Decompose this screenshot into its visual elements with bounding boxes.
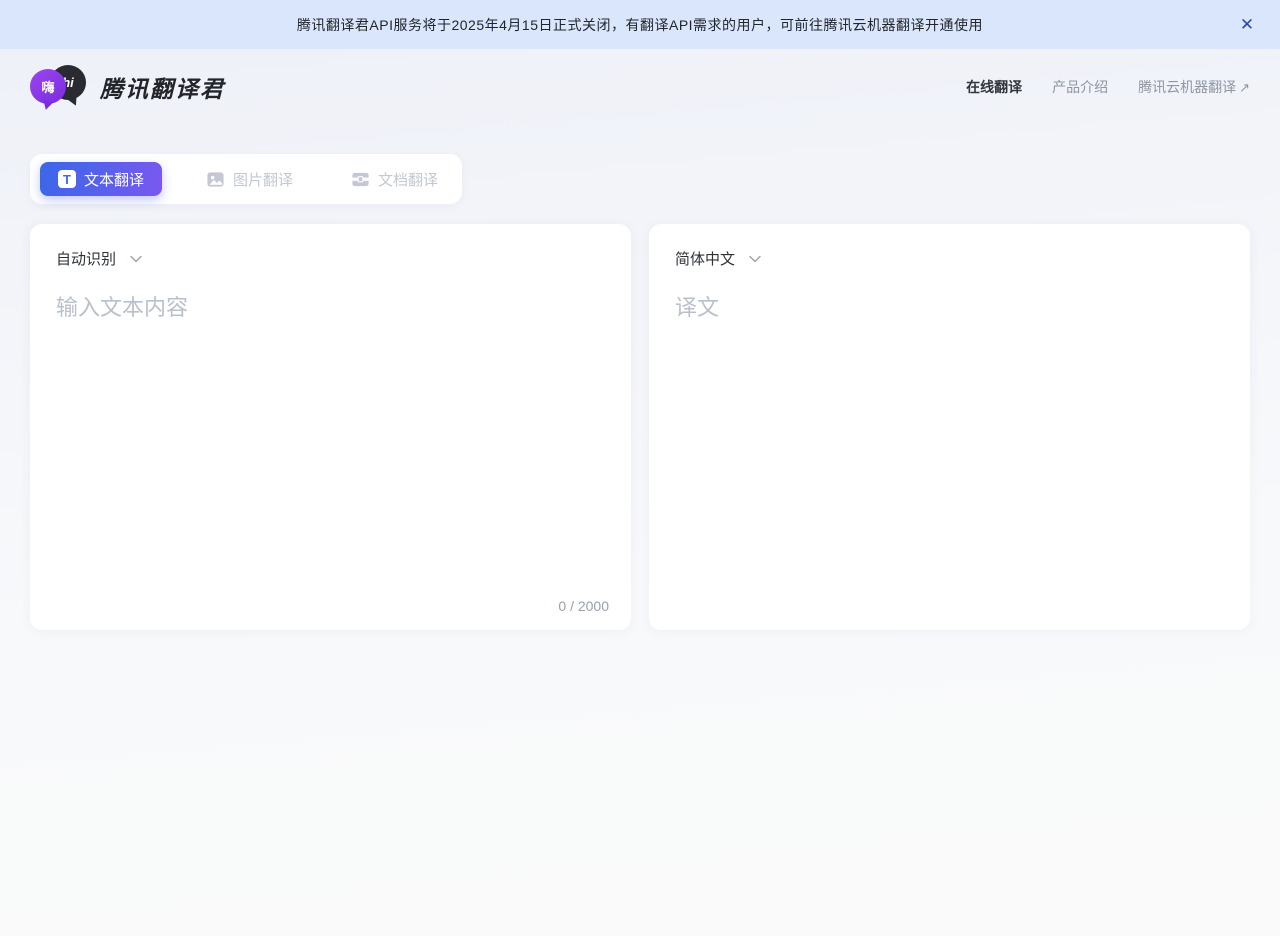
announcement-banner: 腾讯翻译君API服务将于2025年4月15日正式关闭，有翻译API需求的用户，可…: [0, 0, 1280, 49]
tab-document-translate[interactable]: 文档翻译: [337, 162, 452, 196]
target-panel: 简体中文 译文: [649, 224, 1250, 630]
tab-label: 文档翻译: [378, 171, 439, 189]
close-icon[interactable]: ✕: [1234, 12, 1260, 38]
text-translate-icon: T: [58, 170, 76, 188]
source-language-label: 自动识别: [56, 251, 117, 268]
chevron-down-icon: [749, 255, 761, 262]
logo: hi 嗨: [30, 63, 86, 111]
source-text-input[interactable]: [56, 293, 605, 606]
source-language-select[interactable]: 自动识别: [56, 248, 142, 269]
tab-label: 图片翻译: [233, 171, 294, 189]
announcement-text: 腾讯翻译君API服务将于2025年4月15日正式关闭，有翻译API需求的用户，可…: [296, 16, 984, 33]
tab-image-translate[interactable]: 图片翻译: [192, 162, 307, 196]
translation-output: 译文: [675, 295, 720, 320]
external-link-icon: ↗: [1239, 80, 1250, 95]
target-language-label: 简体中文: [675, 251, 736, 268]
brand[interactable]: hi 嗨 腾讯翻译君: [30, 63, 225, 111]
header: hi 嗨 腾讯翻译君 在线翻译 产品介绍 腾讯云机器翻译 ↗: [0, 55, 1280, 119]
tab-label: 文本翻译: [84, 171, 145, 189]
nav-item-tencent-cloud-mt[interactable]: 腾讯云机器翻译 ↗: [1138, 77, 1250, 97]
tab-text-translate[interactable]: T 文本翻译: [40, 162, 163, 196]
image-translate-icon: [207, 171, 224, 187]
source-panel: 自动识别 0 / 2000: [30, 224, 631, 630]
nav-item-product-intro[interactable]: 产品介绍: [1052, 77, 1108, 97]
site-title: 腾讯翻译君: [100, 76, 225, 102]
translate-panels: 自动识别 0 / 2000 简体中文 译文: [30, 224, 1250, 630]
chevron-down-icon: [130, 255, 142, 262]
main-nav: 在线翻译 产品介绍 腾讯云机器翻译 ↗: [966, 77, 1250, 97]
target-language-select[interactable]: 简体中文: [675, 248, 761, 269]
main-content: T 文本翻译 图片翻译 文档翻译 自动识别 输入文本内容 0 / 2000 简体…: [0, 119, 1280, 630]
nav-item-online-translate[interactable]: 在线翻译: [966, 77, 1022, 97]
nav-item-label: 腾讯云机器翻译: [1138, 79, 1237, 95]
document-translate-icon: [352, 172, 369, 186]
translate-mode-tabs: T 文本翻译 图片翻译 文档翻译: [30, 154, 463, 204]
logo-speech-bubble-cn: 嗨: [30, 69, 66, 104]
char-counter: 0 / 2000: [558, 598, 609, 614]
